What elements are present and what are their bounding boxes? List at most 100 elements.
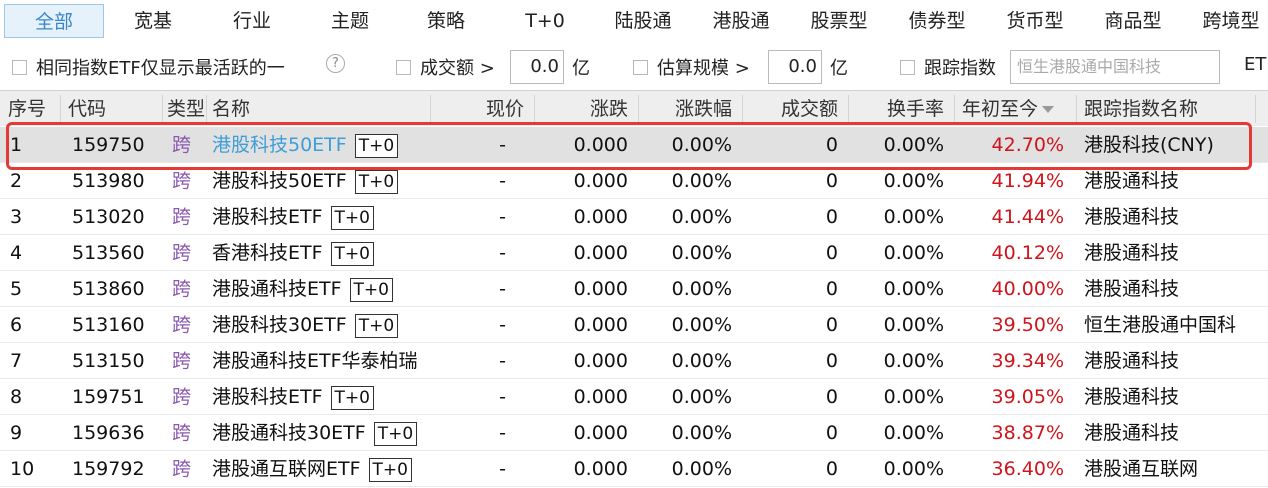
row-turnover: 0 bbox=[825, 206, 838, 228]
row-turnover-rate: 0.00% bbox=[883, 170, 944, 192]
row-code: 513150 bbox=[72, 350, 145, 372]
table-row[interactable]: 5 513860 跨 - 0.000 0.00% 0 0.00% 40.00% 港股通科技 港股通科… bbox=[0, 271, 1268, 307]
tab-theme[interactable]: 主题 bbox=[310, 4, 390, 38]
col-index-name[interactable]: 跟踪指数名称 bbox=[1084, 91, 1198, 127]
row-name[interactable]: 港股通科技ETF bbox=[212, 278, 342, 300]
table-row[interactable]: 7 513150 跨 - 0.000 0.00% 0 0.00% 39.34% 港股通科技 港股通科… bbox=[0, 343, 1268, 379]
row-change: 0.000 bbox=[573, 242, 628, 264]
row-name[interactable]: 香港科技ETF bbox=[212, 242, 323, 264]
column-divider[interactable] bbox=[1076, 95, 1077, 123]
t0-badge: T+0 bbox=[330, 241, 374, 266]
same-index-checkbox[interactable] bbox=[12, 60, 27, 75]
table-row[interactable]: 10 159792 跨 - 0.000 0.00% 0 0.00% 36.40% 港股通互联网 港股… bbox=[0, 451, 1268, 487]
column-divider[interactable] bbox=[60, 95, 61, 123]
row-name[interactable]: 港股科技50ETF bbox=[212, 134, 347, 156]
tab-bond[interactable]: 债券型 bbox=[897, 4, 977, 38]
row-change: 0.000 bbox=[573, 170, 628, 192]
row-code: 513020 bbox=[72, 206, 145, 228]
row-turnover: 0 bbox=[825, 386, 838, 408]
col-change-pct[interactable]: 涨跌幅 bbox=[638, 91, 732, 127]
table-body: 1 159750 跨 - 0.000 0.00% 0 0.00% 42.70% 港股科技(CNY)… bbox=[0, 127, 1268, 487]
column-divider[interactable] bbox=[206, 95, 207, 123]
row-change-pct: 0.00% bbox=[671, 242, 732, 264]
row-turnover-rate: 0.00% bbox=[883, 314, 944, 336]
col-seq[interactable]: 序号 bbox=[8, 91, 46, 127]
tab-money-market[interactable]: 货币型 bbox=[995, 4, 1075, 38]
row-name[interactable]: 港股科技ETF bbox=[212, 206, 323, 228]
table-row[interactable]: 2 513980 跨 - 0.000 0.00% 0 0.00% 41.94% 港股通科技 港股科技… bbox=[0, 163, 1268, 199]
row-change: 0.000 bbox=[573, 422, 628, 444]
row-turnover-rate: 0.00% bbox=[883, 422, 944, 444]
row-name[interactable]: 港股通科技ETF华泰柏瑞 bbox=[212, 350, 418, 372]
tab-broad-base[interactable]: 宽基 bbox=[112, 4, 194, 38]
tab-cross-border[interactable]: 跨境型 bbox=[1191, 4, 1268, 38]
row-change-pct: 0.00% bbox=[671, 170, 732, 192]
row-ytd: 41.44% bbox=[991, 206, 1064, 228]
same-index-label: 相同指数ETF仅显示最活跃的一 bbox=[36, 58, 285, 79]
row-price: - bbox=[499, 350, 506, 372]
turnover-min-input[interactable]: 0.0 bbox=[510, 50, 564, 84]
row-name[interactable]: 港股科技ETF bbox=[212, 386, 323, 408]
row-index-name: 恒生港股通中国科 bbox=[1084, 314, 1237, 336]
tab-commodity[interactable]: 商品型 bbox=[1093, 4, 1173, 38]
col-turnover[interactable]: 成交额 bbox=[742, 91, 838, 127]
tab-strategy[interactable]: 策略 bbox=[406, 4, 486, 38]
track-index-input[interactable]: 恒生港股通中国科技 bbox=[1010, 50, 1220, 84]
row-type: 跨 bbox=[172, 170, 192, 192]
column-divider[interactable] bbox=[1255, 95, 1256, 123]
tab-t0[interactable]: T+0 bbox=[505, 4, 585, 38]
row-name-cell: 港股科技50ETF T+0 bbox=[212, 163, 432, 199]
t0-badge: T+0 bbox=[373, 421, 418, 446]
col-turnover-rate[interactable]: 换手率 bbox=[848, 91, 944, 127]
row-name-cell: 港股科技ETF T+0 bbox=[212, 379, 432, 415]
row-type: 跨 bbox=[172, 458, 192, 480]
row-ytd: 39.34% bbox=[991, 350, 1064, 372]
row-code: 513860 bbox=[72, 278, 145, 300]
row-index-name: 港股通科技 bbox=[1084, 242, 1180, 264]
table-row[interactable]: 9 159636 跨 - 0.000 0.00% 0 0.00% 38.87% 港股通科技 港股通科… bbox=[0, 415, 1268, 451]
row-name[interactable]: 港股通互联网ETF bbox=[212, 458, 361, 480]
help-icon[interactable]: ? bbox=[326, 54, 345, 73]
row-name-cell: 港股通科技ETF华泰柏瑞 bbox=[212, 343, 432, 379]
tab-all[interactable]: 全部 bbox=[4, 4, 104, 38]
col-code[interactable]: 代码 bbox=[68, 91, 106, 127]
row-price: - bbox=[499, 242, 506, 264]
column-divider[interactable] bbox=[954, 95, 955, 123]
row-price: - bbox=[499, 278, 506, 300]
row-change: 0.000 bbox=[573, 314, 628, 336]
row-change-pct: 0.00% bbox=[671, 386, 732, 408]
row-ytd: 39.05% bbox=[991, 386, 1064, 408]
t0-badge: T+0 bbox=[349, 277, 393, 302]
col-price[interactable]: 现价 bbox=[430, 91, 524, 127]
tab-shanghai-shenzhen-connect[interactable]: 陆股通 bbox=[603, 4, 683, 38]
row-index-name: 港股通互联网 bbox=[1084, 458, 1199, 480]
row-code: 513160 bbox=[72, 314, 145, 336]
table-row[interactable]: 4 513560 跨 - 0.000 0.00% 0 0.00% 40.12% 港股通科技 香港科技… bbox=[0, 235, 1268, 271]
row-index-name: 港股通科技 bbox=[1084, 350, 1180, 372]
row-change: 0.000 bbox=[573, 386, 628, 408]
col-ytd[interactable]: 年初至今 bbox=[962, 91, 1055, 127]
col-change[interactable]: 涨跌 bbox=[534, 91, 628, 127]
turnover-checkbox[interactable] bbox=[396, 60, 411, 75]
col-name[interactable]: 名称 bbox=[212, 91, 250, 127]
scale-min-input[interactable]: 0.0 bbox=[768, 50, 822, 84]
row-name-cell: 港股通科技30ETF T+0 bbox=[212, 415, 432, 451]
row-seq: 5 bbox=[10, 278, 23, 300]
col-type[interactable]: 类型 bbox=[167, 91, 205, 127]
table-row[interactable]: 3 513020 跨 - 0.000 0.00% 0 0.00% 41.44% 港股通科技 港股科技… bbox=[0, 199, 1268, 235]
column-divider[interactable] bbox=[162, 95, 163, 123]
row-name[interactable]: 港股科技30ETF bbox=[212, 314, 347, 336]
track-index-label: 跟踪指数 bbox=[924, 58, 996, 79]
row-change-pct: 0.00% bbox=[671, 206, 732, 228]
table-row[interactable]: 8 159751 跨 - 0.000 0.00% 0 0.00% 39.05% 港股通科技 港股科技… bbox=[0, 379, 1268, 415]
row-code: 159792 bbox=[72, 458, 145, 480]
row-name[interactable]: 港股科技50ETF bbox=[212, 170, 347, 192]
track-index-checkbox[interactable] bbox=[900, 60, 915, 75]
tab-equity[interactable]: 股票型 bbox=[799, 4, 879, 38]
row-name[interactable]: 港股通科技30ETF bbox=[212, 422, 366, 444]
table-row[interactable]: 6 513160 跨 - 0.000 0.00% 0 0.00% 39.50% 恒生港股通中国科 港… bbox=[0, 307, 1268, 343]
tab-hk-connect[interactable]: 港股通 bbox=[701, 4, 781, 38]
scale-checkbox[interactable] bbox=[633, 60, 648, 75]
table-row[interactable]: 1 159750 跨 - 0.000 0.00% 0 0.00% 42.70% 港股科技(CNY)… bbox=[0, 127, 1268, 163]
tab-industry[interactable]: 行业 bbox=[212, 4, 292, 38]
